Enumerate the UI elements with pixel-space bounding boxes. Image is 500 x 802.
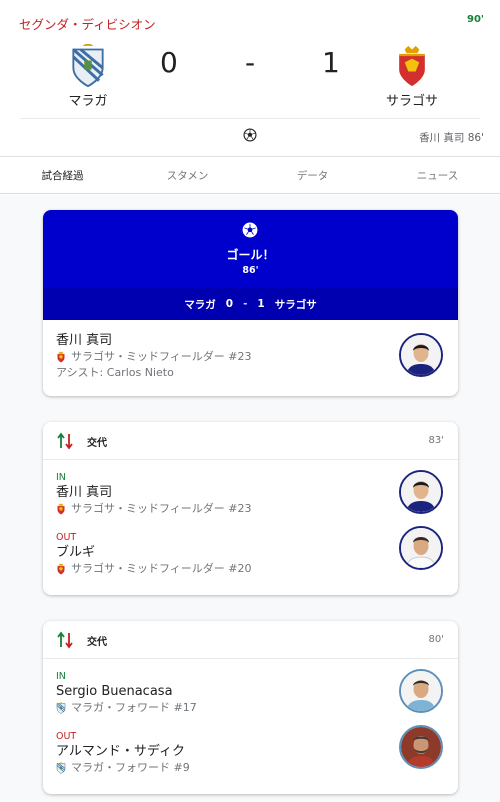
zaragoza-crest-icon xyxy=(392,44,432,88)
zaragoza-crest-icon xyxy=(56,503,66,515)
goal-scorer-name: 香川 真司 xyxy=(56,333,113,348)
sub-in-meta: サラゴサ・ミッドフィールダー #23 xyxy=(56,501,445,517)
sub-in-meta: マラガ・フォワード #17 xyxy=(56,700,445,716)
home-score: 0 xyxy=(160,46,178,79)
sub-out-meta: マラガ・フォワード #9 xyxy=(56,760,445,776)
sub-in-team-position: サラゴサ・ミッドフィールダー #23 xyxy=(71,502,252,515)
goal-scorer-row[interactable]: 香川 真司 サラゴサ・ミッドフィールダー #23 アシスト: Carlos Ni… xyxy=(43,320,458,396)
sub-out-meta: サラゴサ・ミッドフィールダー #20 xyxy=(56,561,445,577)
sub-in-player: Sergio Buenacasa xyxy=(56,684,173,699)
scoreline-away-score: 1 xyxy=(257,298,265,310)
sub-out-team-position: マラガ・フォワード #9 xyxy=(71,761,190,774)
player-avatar xyxy=(399,333,443,377)
malaga-crest-icon xyxy=(68,44,108,88)
soccer-ball-icon xyxy=(243,128,257,142)
goal-scoreline: マラガ 0 - 1 サラゴサ xyxy=(43,288,458,320)
sub-in-row[interactable]: IN 香川 真司 サラゴサ・ミッドフィールダー #23 xyxy=(43,460,458,520)
match-tabs: 試合経過 スタメン データ ニュース xyxy=(0,156,500,194)
goal-title: ゴール！ xyxy=(226,248,275,262)
substitution-header: 交代 83' xyxy=(43,422,458,460)
soccer-ball-icon xyxy=(242,222,258,238)
tab-lineups[interactable]: スタメン xyxy=(125,157,250,193)
goal-scorer-team-position: サラゴサ・ミッドフィールダー #23 xyxy=(71,350,252,363)
tab-news[interactable]: ニュース xyxy=(375,157,500,193)
substitution-header: 交代 80' xyxy=(43,621,458,659)
player-avatar xyxy=(399,669,443,713)
home-team[interactable]: マラガ xyxy=(48,44,128,109)
malaga-crest-icon xyxy=(56,702,66,714)
away-team-name: サラゴサ xyxy=(385,94,438,109)
player-avatar xyxy=(399,526,443,570)
goal-assist: アシスト: Carlos Nieto xyxy=(56,366,174,379)
scoreline-home: マラガ xyxy=(184,298,216,311)
in-label: IN xyxy=(56,671,66,682)
goal-scorer-summary: 香川 真司 86' xyxy=(419,132,484,144)
zaragoza-crest-icon xyxy=(56,351,66,363)
score-dash: - xyxy=(245,46,256,79)
malaga-crest-icon xyxy=(56,762,66,774)
sub-out-player: アルマンド・サディク xyxy=(56,744,185,759)
substitution-minute: 80' xyxy=(428,634,444,645)
substitution-card[interactable]: 交代 83' IN 香川 真司 サラゴサ・ミッドフィールダー #23 OUT ブ… xyxy=(43,422,458,595)
out-label: OUT xyxy=(56,532,77,543)
player-avatar xyxy=(399,725,443,769)
tab-stats[interactable]: データ xyxy=(250,157,375,193)
sub-in-row[interactable]: IN Sergio Buenacasa マラガ・フォワード #17 xyxy=(43,659,458,719)
substitution-title: 交代 xyxy=(87,438,107,449)
sub-in-player: 香川 真司 xyxy=(56,485,113,500)
substitution-arrows-icon xyxy=(57,432,73,450)
scoreline-away: サラゴサ xyxy=(274,298,317,311)
substitution-title: 交代 xyxy=(87,637,107,648)
goal-scorer-meta: サラゴサ・ミッドフィールダー #23 xyxy=(56,349,445,365)
goal-event-card[interactable]: ゴール！ 86' マラガ 0 - 1 サラゴサ 香川 真司 サラゴサ・ミッドフィ… xyxy=(43,210,458,396)
sub-out-team-position: サラゴサ・ミッドフィールダー #20 xyxy=(71,562,252,575)
substitution-minute: 83' xyxy=(428,435,444,446)
player-avatar xyxy=(399,470,443,514)
in-label: IN xyxy=(56,472,66,483)
goal-banner: ゴール！ 86' xyxy=(43,210,458,288)
header-divider xyxy=(20,118,480,119)
zaragoza-crest-icon xyxy=(56,563,66,575)
scoreline-home-score: 0 xyxy=(225,298,234,310)
scoreline-separator: - xyxy=(243,298,248,310)
out-label: OUT xyxy=(56,731,77,742)
tab-timeline[interactable]: 試合経過 xyxy=(0,157,125,193)
sub-out-row[interactable]: OUT ブルギ サラゴサ・ミッドフィールダー #20 xyxy=(43,520,458,580)
away-score: 1 xyxy=(322,46,340,79)
sub-in-team-position: マラガ・フォワード #17 xyxy=(71,701,197,714)
league-name[interactable]: セグンダ・ディビシオン xyxy=(19,14,156,33)
sub-out-row[interactable]: OUT アルマンド・サディク マラガ・フォワード #9 xyxy=(43,719,458,779)
substitution-arrows-icon xyxy=(57,631,73,649)
away-team[interactable]: サラゴサ xyxy=(372,44,452,109)
substitution-card[interactable]: 交代 80' IN Sergio Buenacasa マラガ・フォワード #17… xyxy=(43,621,458,794)
match-minute: 90' xyxy=(467,14,484,25)
goal-minute: 86' xyxy=(242,265,259,276)
home-team-name: マラガ xyxy=(68,94,108,109)
sub-out-player: ブルギ xyxy=(56,545,96,560)
